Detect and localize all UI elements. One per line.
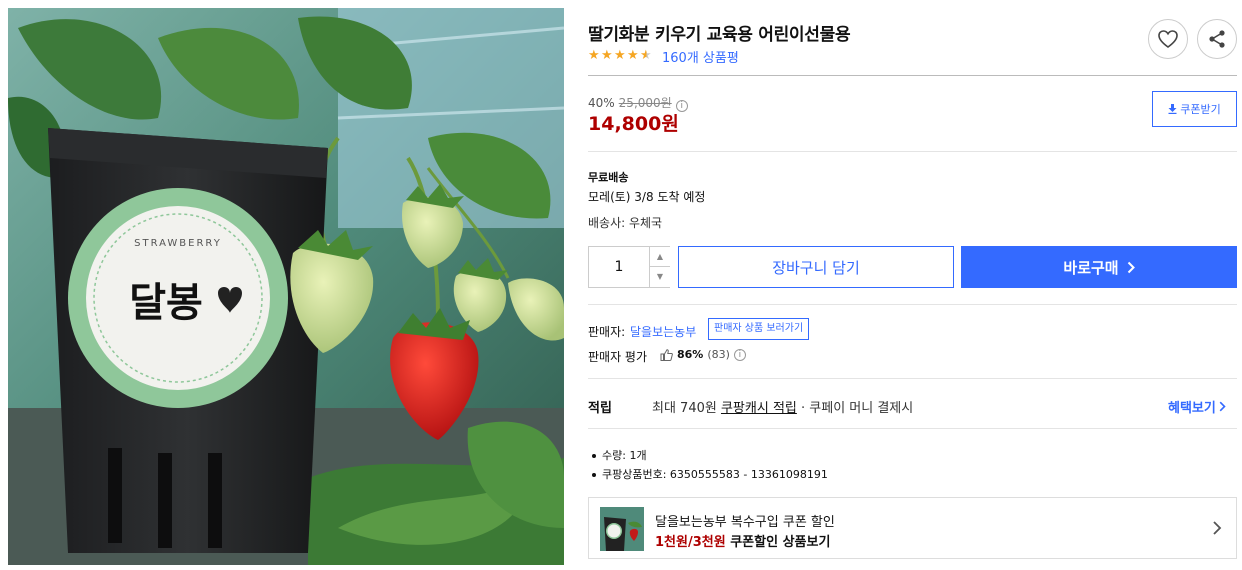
quantity-increase-button[interactable]: ▲ xyxy=(649,247,670,267)
arrival-date: 모레(토) 3/8 도착 예정 xyxy=(588,190,706,204)
reward-text: 최대 740원 쿠팡캐시 적립 · 쿠페이 머니 결제시 xyxy=(652,397,913,416)
quantity-input[interactable]: 1 xyxy=(589,247,649,287)
product-details-list: 수량: 1개 쿠팡상품번호: 6350555583 - 13361098191 xyxy=(588,446,828,484)
promo-discount-amount: 1천원/3천원 xyxy=(655,535,726,550)
review-count-link[interactable]: 160개 상품평 xyxy=(662,47,739,66)
seller-products-tooltip[interactable]: 판매자 상품 보러가기 xyxy=(708,318,810,340)
add-to-cart-button[interactable]: 장바구니 담기 xyxy=(678,246,954,288)
share-icon xyxy=(1209,30,1225,48)
heart-icon xyxy=(1158,30,1178,48)
product-info-panel: 딸기화분 키우기 교육용 어린이선물용 ★ ★ ★ ★ ★ 160개 상품평 4… xyxy=(588,0,1237,570)
seller-rating-percent: 86% xyxy=(677,348,704,361)
chevron-right-icon xyxy=(1219,401,1226,412)
half-star-icon: ★ xyxy=(640,47,652,63)
product-image: STRAWBERRY 달봉 xyxy=(8,8,564,565)
product-title: 딸기화분 키우기 교육용 어린이선물용 xyxy=(588,25,851,45)
promo-title: 달을보는농부 복수구입 쿠폰 할인 xyxy=(655,515,835,530)
promo-link-text: 쿠폰할인 상품보기 xyxy=(730,535,831,550)
pot-label-text: 달봉 xyxy=(129,280,203,326)
reward-label: 적립 xyxy=(588,401,612,416)
star-icon: ★ xyxy=(614,47,626,63)
divider xyxy=(588,151,1237,152)
download-icon xyxy=(1168,104,1177,114)
chevron-right-icon xyxy=(1213,521,1222,535)
rating-stars: ★ ★ ★ ★ ★ xyxy=(588,47,653,63)
reward-suffix: · 쿠페이 머니 결제시 xyxy=(801,401,914,416)
seller-label: 판매자: xyxy=(588,325,626,339)
buy-button-label: 바로구매 xyxy=(1063,258,1119,277)
wishlist-button[interactable] xyxy=(1148,19,1188,59)
seller-coupon-promo[interactable]: 달을보는농부 복수구입 쿠폰 할인 1천원/3천원 쿠폰할인 상품보기 xyxy=(588,497,1237,559)
divider xyxy=(588,75,1237,76)
quantity-stepper[interactable]: 1 ▲ ▼ xyxy=(588,246,670,288)
star-icon: ★ xyxy=(601,47,613,63)
seller-name-link[interactable]: 달을보는농부 xyxy=(630,323,696,340)
list-item: 쿠팡상품번호: 6350555583 - 13361098191 xyxy=(588,465,828,484)
cart-button-label: 장바구니 담기 xyxy=(772,258,860,277)
star-icon: ★ xyxy=(588,47,600,63)
divider xyxy=(588,304,1237,305)
star-icon: ★ xyxy=(627,47,639,63)
promo-thumbnail xyxy=(600,507,644,551)
quantity-decrease-button[interactable]: ▼ xyxy=(649,267,670,287)
discount-rate: 40% xyxy=(588,96,615,110)
promo-subtitle: 1천원/3천원 쿠폰할인 상품보기 xyxy=(655,531,830,550)
sale-price: 14,800원 xyxy=(588,113,679,135)
divider xyxy=(588,378,1237,379)
original-price: 25,000원 xyxy=(618,96,672,110)
coupon-download-button[interactable]: 쿠폰받기 xyxy=(1152,91,1237,127)
buy-now-button[interactable]: 바로구매 xyxy=(961,246,1237,288)
pot-label-small: STRAWBERRY xyxy=(134,238,222,249)
coupang-cash-link[interactable]: 쿠팡캐시 적립 xyxy=(721,401,797,416)
list-item: 수량: 1개 xyxy=(588,446,828,465)
seller-rating: 86% (83) i xyxy=(660,348,746,361)
thumbs-up-icon xyxy=(660,348,673,361)
benefit-view-link[interactable]: 혜택보기 xyxy=(1168,397,1226,416)
shipping-title: 무료배송 xyxy=(588,171,629,184)
coupon-button-label: 쿠폰받기 xyxy=(1180,103,1221,116)
divider xyxy=(588,428,1237,429)
chevron-right-icon xyxy=(1127,261,1135,273)
share-button[interactable] xyxy=(1197,19,1237,59)
seller-rating-count: (83) xyxy=(707,348,730,361)
info-icon[interactable]: i xyxy=(733,348,746,361)
seller-rating-label: 판매자 평가 xyxy=(588,350,648,364)
benefit-link-label: 혜택보기 xyxy=(1168,401,1216,416)
carrier: 배송사: 우체국 xyxy=(588,216,663,230)
reward-max: 최대 740원 xyxy=(652,401,717,416)
